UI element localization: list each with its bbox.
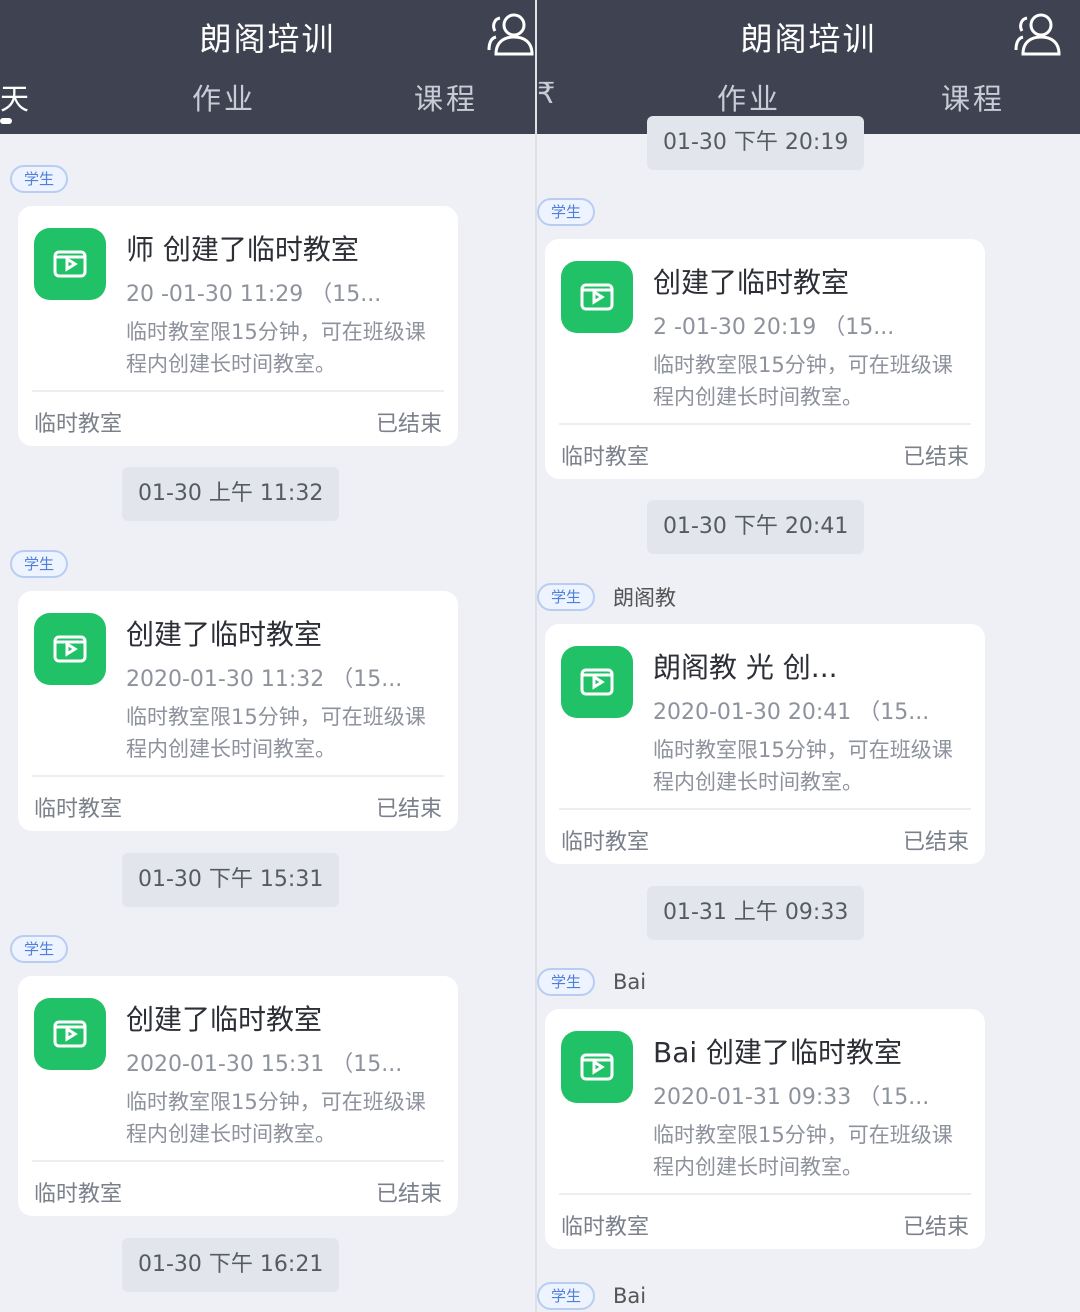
sender-row: 学生 [10,164,86,194]
app-title: 朗阁培训 [740,20,877,58]
card-time: 2020-01-30 20:41 （15... [653,700,930,725]
card-divider [32,390,444,392]
card-status: 已结束 [902,445,969,470]
video-classroom-icon [561,1031,633,1103]
card-status: 已结束 [902,1215,969,1240]
card-divider [559,1193,971,1195]
card-time: 2 -01-30 20:19 （15... [653,315,895,340]
top-bar: 朗阁培训 ₹ 作业 课程 [537,0,1080,134]
message-timestamp: 01-30 下午 15:31 [122,853,340,907]
card-divider [559,423,971,425]
card-type-label: 临时教室 [561,830,650,855]
sender-name[interactable]: Bai [613,1284,646,1308]
card-title: Bai 创建了临时教室 [653,1036,903,1069]
active-tab-indicator [0,118,12,124]
student-badge: 学生 [537,1282,596,1310]
card-title: 朗阁教 光 创... [653,651,838,684]
message-timestamp: 01-30 下午 20:41 [647,500,865,554]
card-time: 2020-01-31 09:33 （15... [653,1085,930,1110]
sender-name[interactable]: 朗阁教 [613,582,676,612]
video-classroom-icon [561,261,633,333]
message-timestamp: 01-30 下午 20:19 [647,116,865,170]
tab-chat-partial[interactable]: ₹ [537,76,558,110]
right-screen: 朗阁培训 ₹ 作业 课程 01-30 下午 20:19 学生 创建了临时教室 2… [537,0,1080,1312]
card-type-label: 临时教室 [561,1215,650,1240]
app-title: 朗阁培训 [199,20,336,58]
card-status: 已结束 [375,412,442,437]
temp-classroom-card[interactable]: 创建了临时教室 2 -01-30 20:19 （15... 临时教室限15分钟，… [545,239,985,479]
card-description: 临时教室限15分钟，可在班级课程内创建长时间教室。 [653,738,953,794]
card-time: 2020-01-30 15:31 （15... [126,1052,403,1077]
card-title: 创建了临时教室 [653,266,850,299]
sender-row: 学生 [10,549,86,579]
student-badge: 学生 [10,935,69,963]
tab-homework[interactable]: 作业 [192,76,256,118]
top-bar: 朗阁培训 天 作业 课程 [0,0,535,134]
card-title: 创建了临时教室 [126,618,323,651]
card-status: 已结束 [902,830,969,855]
card-title: 创建了临时教室 [126,1003,323,1036]
temp-classroom-card[interactable]: Bai 创建了临时教室 2020-01-31 09:33 （15... 临时教室… [545,1009,985,1249]
student-badge: 学生 [10,165,69,193]
sender-row: 学生 朗阁教 [537,582,676,612]
video-classroom-icon [561,646,633,718]
temp-classroom-card[interactable]: 朗阁教 光 创... 2020-01-30 20:41 （15... 临时教室限… [545,624,985,864]
sender-row: 学生 Bai [537,1281,646,1311]
card-time: 20 -01-30 11:29 （15... [126,282,382,307]
sender-row: 学生 [537,197,613,227]
card-type-label: 临时教室 [34,1182,123,1207]
message-timestamp: 01-30 上午 11:32 [122,467,340,521]
student-badge: 学生 [10,550,69,578]
tab-course[interactable]: 课程 [941,76,1005,118]
card-divider [32,1160,444,1162]
message-timestamp: 01-31 上午 09:33 [647,886,865,940]
tab-course[interactable]: 课程 [414,76,478,118]
card-type-label: 临时教室 [34,412,123,437]
card-status: 已结束 [375,797,442,822]
message-timestamp: 01-30 下午 16:21 [122,1238,340,1292]
card-status: 已结束 [375,1182,442,1207]
left-screen: 朗阁培训 天 作业 课程 学生 师 创建了临时教室 20 -01-30 11:2… [0,0,535,1312]
card-type-label: 临时教室 [561,445,650,470]
card-title: 师 创建了临时教室 [126,233,359,266]
student-badge: 学生 [537,583,596,611]
student-badge: 学生 [537,198,596,226]
card-divider [32,775,444,777]
sender-row: 学生 Bai [537,967,646,997]
video-classroom-icon [34,228,106,300]
card-type-label: 临时教室 [34,797,123,822]
screenshot-root: 朗阁培训 天 作业 课程 学生 师 创建了临时教室 20 -01-30 11:2… [0,0,1080,1312]
card-description: 临时教室限15分钟，可在班级课程内创建长时间教室。 [126,320,426,376]
sender-row: 学生 [10,934,86,964]
video-classroom-icon [34,613,106,685]
temp-classroom-card[interactable]: 师 创建了临时教室 20 -01-30 11:29 （15... 临时教室限15… [18,206,458,446]
student-badge: 学生 [537,968,596,996]
group-icon[interactable] [1013,10,1065,58]
tab-homework[interactable]: 作业 [717,76,781,118]
video-classroom-icon [34,998,106,1070]
card-description: 临时教室限15分钟，可在班级课程内创建长时间教室。 [126,705,426,761]
tab-chat-partial[interactable]: 天 [0,76,32,118]
group-icon[interactable] [486,10,535,58]
temp-classroom-card[interactable]: 创建了临时教室 2020-01-30 11:32 （15... 临时教室限15分… [18,591,458,831]
card-time: 2020-01-30 11:32 （15... [126,667,403,692]
card-divider [559,808,971,810]
card-description: 临时教室限15分钟，可在班级课程内创建长时间教室。 [653,353,953,409]
sender-name[interactable]: Bai [613,970,646,994]
card-description: 临时教室限15分钟，可在班级课程内创建长时间教室。 [126,1090,426,1146]
card-description: 临时教室限15分钟，可在班级课程内创建长时间教室。 [653,1123,953,1179]
temp-classroom-card[interactable]: 创建了临时教室 2020-01-30 15:31 （15... 临时教室限15分… [18,976,458,1216]
